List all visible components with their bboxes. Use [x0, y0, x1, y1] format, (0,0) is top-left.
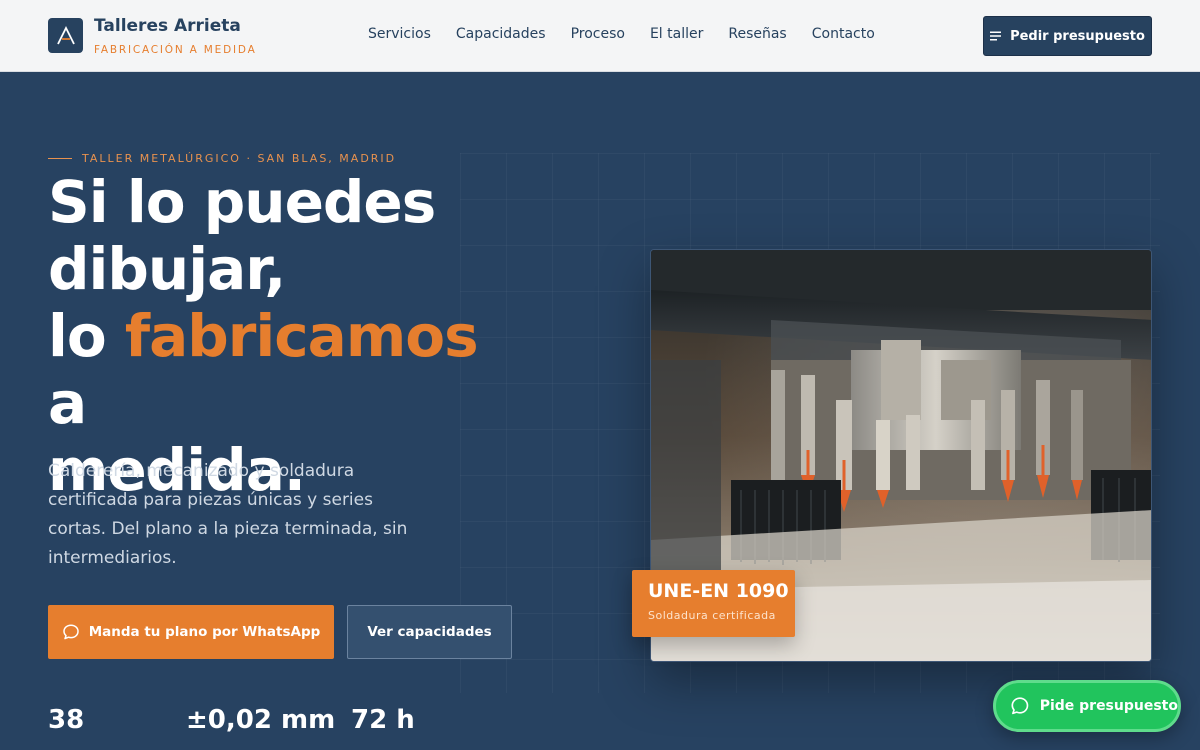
nav-link-servicios[interactable]: Servicios: [368, 26, 431, 42]
whatsapp-icon: [1011, 697, 1029, 715]
main-nav: Servicios Capacidades Proceso El taller …: [368, 26, 875, 42]
brand-name[interactable]: Talleres Arrieta: [94, 16, 241, 36]
menu-lines-icon: [990, 31, 1002, 41]
whatsapp-plan-label: Manda tu plano por WhatsApp: [88, 624, 321, 640]
stat-value: 38: [48, 705, 85, 735]
nav-link-proceso[interactable]: Proceso: [571, 26, 625, 42]
certification-badge: UNE-EN 1090 Soldadura certificada: [632, 570, 795, 637]
hero-section: TALLER METALÚRGICO · SAN BLAS, MADRID Si…: [0, 73, 1200, 750]
floating-whatsapp-button[interactable]: Pide presupuesto: [993, 680, 1181, 732]
nav-link-contacto[interactable]: Contacto: [812, 26, 875, 42]
eyebrow-divider: [48, 158, 72, 159]
view-capabilities-button[interactable]: Ver capacidades: [347, 605, 512, 659]
chat-bubble-icon: [62, 624, 79, 640]
a-monogram-icon: [56, 25, 75, 44]
site-header: Talleres Arrieta FABRICACIÓN A MEDIDA Se…: [0, 0, 1200, 72]
eyebrow-text: TALLER METALÚRGICO · SAN BLAS, MADRID: [82, 152, 397, 165]
view-capabilities-label: Ver capacidades: [367, 624, 492, 640]
headline-line-3-post: a: [48, 369, 87, 437]
stat-value: 72 h: [351, 705, 415, 735]
headline-accent: fabricamos: [124, 302, 479, 370]
nav-link-resenas[interactable]: Reseñas: [728, 26, 786, 42]
headline-line-1: Si lo puedes: [48, 168, 436, 236]
headline-line-2: dibujar,: [48, 235, 286, 303]
stat-value: ±0,02 mm: [186, 705, 336, 735]
hero-lead: Calderería, mecanizado y soldadura certi…: [48, 461, 408, 568]
request-quote-button[interactable]: Pedir presupuesto: [983, 16, 1152, 56]
headline-line-3-pre: lo: [48, 302, 125, 370]
brand-tagline: FABRICACIÓN A MEDIDA: [94, 44, 257, 56]
hero-eyebrow: TALLER METALÚRGICO · SAN BLAS, MADRID: [48, 152, 396, 165]
badge-title: UNE-EN 1090: [648, 580, 789, 602]
request-quote-label: Pedir presupuesto: [1010, 28, 1145, 44]
hero-headline: Si lo puedes dibujar, lo fabricamos a me…: [48, 169, 518, 504]
nav-link-el-taller[interactable]: El taller: [650, 26, 703, 42]
logo[interactable]: [48, 18, 83, 53]
floating-whatsapp-label: Pide presupuesto: [1039, 698, 1178, 714]
nav-link-capacidades[interactable]: Capacidades: [456, 26, 546, 42]
badge-subtitle: Soldadura certificada: [648, 609, 776, 622]
whatsapp-plan-button[interactable]: Manda tu plano por WhatsApp: [48, 605, 334, 659]
